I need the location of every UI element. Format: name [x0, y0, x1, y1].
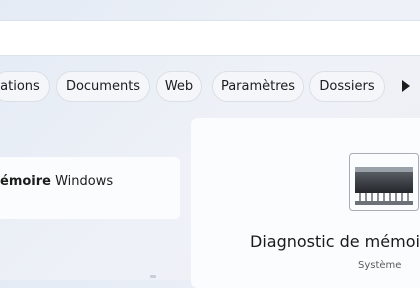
scroll-indicator — [150, 275, 156, 278]
filter-chip-web[interactable]: Web — [156, 71, 202, 102]
filter-chip-dossiers[interactable]: Dossiers — [309, 71, 385, 102]
scroll-right-arrow-icon[interactable] — [402, 80, 410, 92]
filter-chip-applications[interactable]: cations — [0, 71, 50, 102]
best-match-result[interactable]: émoire Windows — [0, 157, 180, 219]
filter-chip-parametres[interactable]: Paramètres — [212, 71, 304, 102]
app-detail-panel: Diagnostic de mémoi Système — [191, 118, 420, 288]
filter-chip-documents[interactable]: Documents — [56, 71, 150, 102]
best-match-label: émoire Windows — [0, 174, 113, 189]
match-rest: Windows — [50, 174, 114, 189]
app-category: Système — [358, 260, 402, 271]
search-box[interactable] — [0, 20, 420, 56]
memory-chip-icon — [349, 153, 419, 211]
match-highlight: émoire — [0, 174, 51, 189]
app-title: Diagnostic de mémoi — [250, 232, 420, 251]
